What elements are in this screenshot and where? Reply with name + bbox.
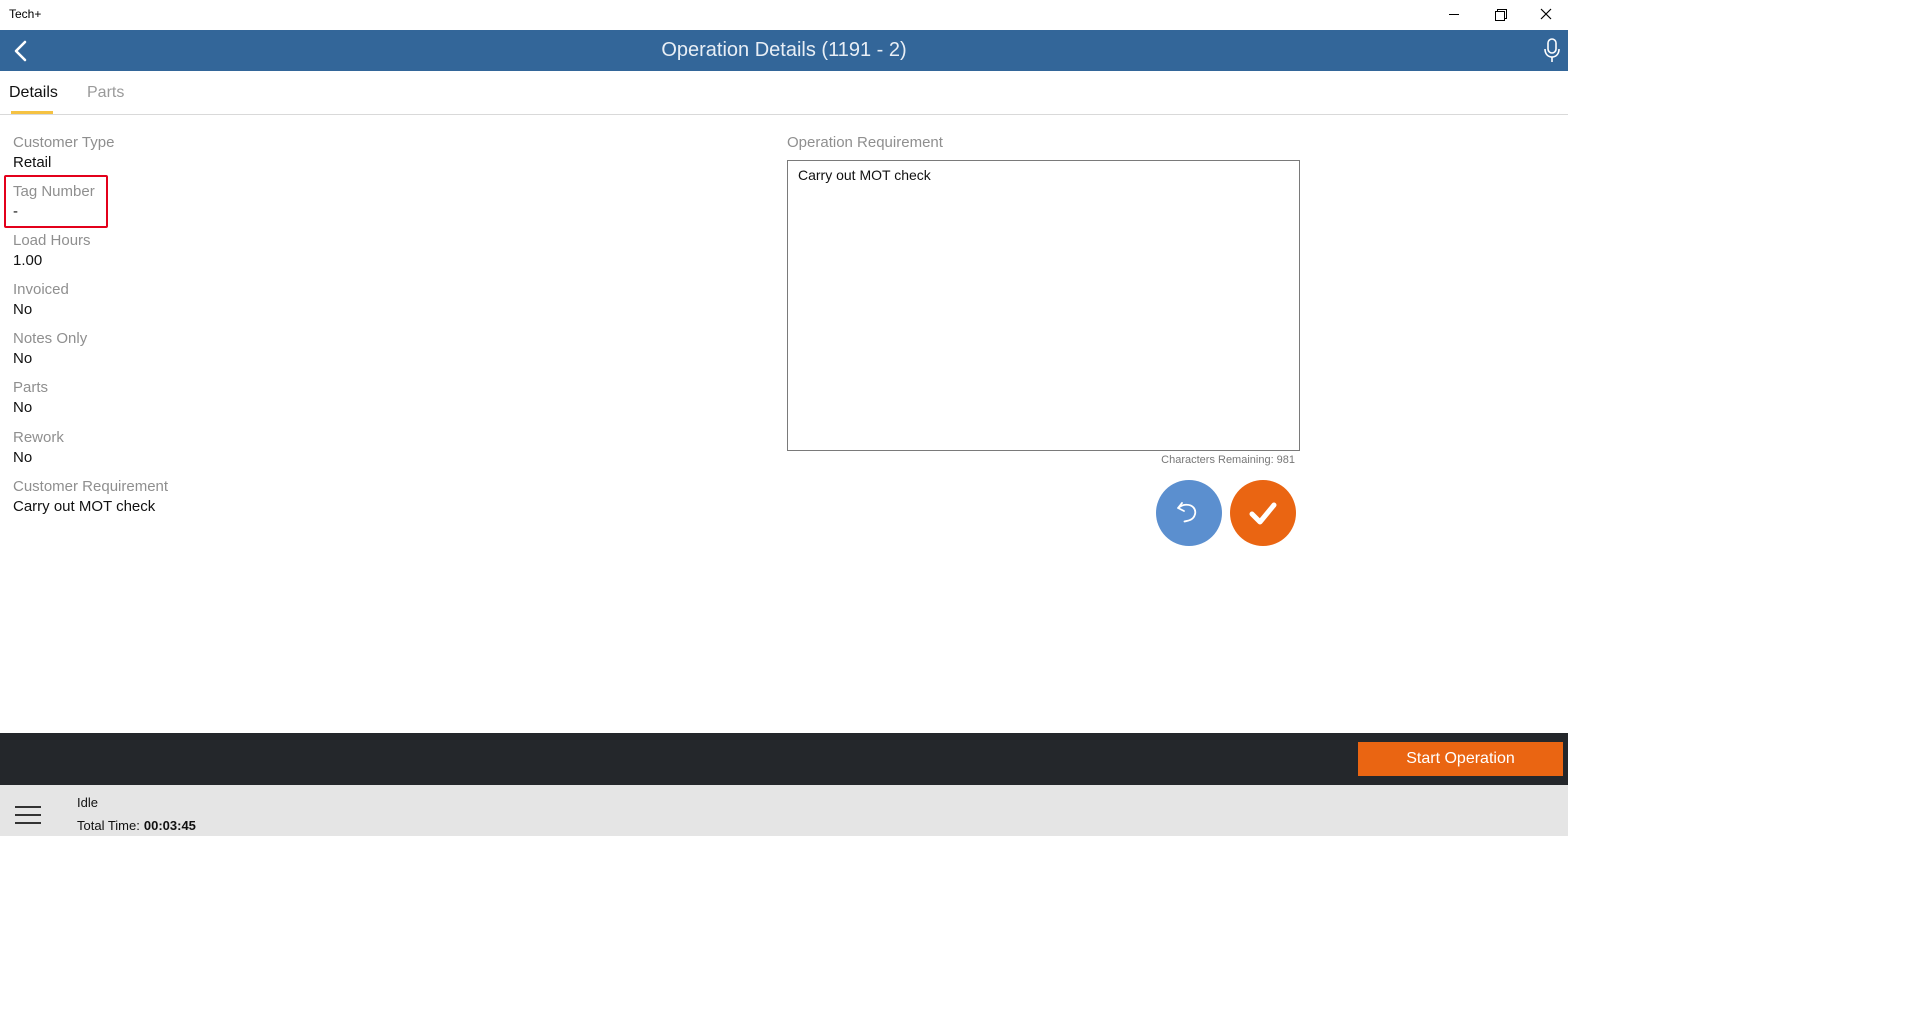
total-time-value: 00:03:45 [143,818,196,833]
confirm-button[interactable] [1230,480,1296,546]
tab-bar: Details Parts [0,71,1568,115]
close-icon [1540,8,1552,20]
field-label-customer-type: Customer Type [13,134,115,151]
field-value-load-hours: 1.00 [13,252,43,269]
microphone-icon [1544,38,1560,62]
characters-remaining: Characters Remaining: 981 [1100,454,1295,466]
field-value-rework: No [13,449,33,466]
field-value-notes-only: No [13,350,33,367]
undo-icon [1177,502,1197,523]
field-label-customer-requirement: Customer Requirement [13,478,169,495]
minimize-button[interactable] [1431,0,1477,28]
tab-details[interactable]: Details [9,84,58,102]
field-label-load-hours: Load Hours [13,232,91,249]
undo-button[interactable] [1156,480,1222,546]
total-time: Total Time: 00:03:45 [77,818,196,833]
field-label-invoiced: Invoiced [13,281,69,298]
active-tab-indicator [11,111,53,114]
field-label-notes-only: Notes Only [13,330,88,347]
restore-button[interactable] [1477,0,1523,28]
field-value-invoiced: No [13,301,33,318]
start-operation-button[interactable]: Start Operation [1358,742,1563,776]
operation-requirement-input[interactable]: Carry out MOT check [787,160,1300,451]
characters-remaining-value: 981 [1276,454,1295,466]
operation-requirement-label: Operation Requirement [787,134,943,151]
menu-button[interactable] [13,804,43,828]
status-state: Idle [77,795,98,810]
action-bar: Start Operation [0,733,1568,785]
total-time-label: Total Time: [77,818,140,833]
characters-remaining-label: Characters Remaining: [1161,454,1274,466]
page-title: Operation Details (1191 - 2) [661,39,907,61]
restore-icon [1495,9,1507,21]
hamburger-icon [15,806,41,808]
tag-number-highlight [4,175,108,228]
field-value-customer-type: Retail [13,154,52,171]
hamburger-icon [15,822,41,824]
window-titlebar: Tech+ [0,0,1568,30]
close-button[interactable] [1523,0,1569,28]
voice-input-button[interactable] [1538,35,1566,67]
checkmark-icon [1249,502,1277,525]
minimize-icon [1449,13,1459,15]
app-title: Tech+ [9,7,42,21]
hamburger-icon [15,814,41,816]
tab-parts[interactable]: Parts [87,84,124,102]
field-label-rework: Rework [13,429,64,446]
field-value-parts: No [13,399,33,416]
app-header: Operation Details (1191 - 2) [0,30,1568,71]
field-value-customer-requirement: Carry out MOT check [13,498,156,515]
status-bar: Idle Total Time: 00:03:45 [0,785,1568,836]
field-label-parts: Parts [13,379,49,396]
